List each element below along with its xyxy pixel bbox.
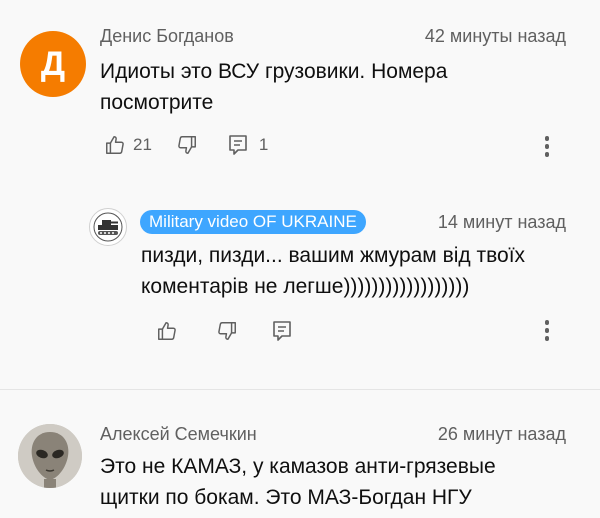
comment-text: Это не КАМАЗ, у камазов анти-грязевые щи… (100, 451, 496, 513)
avatar-letter: Д (40, 44, 66, 83)
comment-time: 26 минут назад (437, 424, 566, 444)
avatar[interactable]: Д (20, 31, 86, 97)
avatar[interactable] (89, 208, 127, 246)
thumbs-up-icon (106, 136, 124, 154)
comment-actions (156, 320, 292, 342)
like-button[interactable]: 21 (104, 134, 152, 156)
like-button[interactable] (156, 320, 178, 342)
comment-text-line: Идиоты это ВСУ грузовики. Номера (100, 60, 448, 83)
reply-button[interactable] (272, 320, 292, 342)
comment-text-line: Это не КАМАЗ, у камазов анти-грязевые (100, 455, 496, 478)
comment-text-line: пизди, пизди... вашим жмурам від твоїх (141, 244, 526, 267)
dislike-button[interactable] (176, 134, 198, 156)
thumbs-down-icon (218, 322, 236, 340)
thumbs-down-icon (178, 136, 196, 154)
comment-author[interactable]: Алексей Семечкин (100, 424, 257, 445)
like-count: 21 (133, 135, 152, 154)
tank-logo-icon (93, 212, 123, 242)
comment-text-line: коментарів не легше)))))))))))))))))) (141, 275, 470, 298)
comment-text: Идиоты это ВСУ грузовики. Номера посмотр… (100, 56, 447, 118)
alien-face-icon (18, 424, 82, 488)
reply-comment-icon (273, 321, 291, 341)
comment-text: пизди, пизди... вашим жмурам від твоїх к… (141, 240, 525, 302)
comment-time: 42 минуты назад (424, 26, 566, 46)
thumbs-up-icon (158, 322, 176, 340)
comment-author[interactable]: Денис Богданов (100, 26, 234, 47)
comment-actions: 21 1 (104, 134, 268, 156)
comment-text-line: щитки по бокам. Это МАЗ-Богдан НГУ (100, 486, 472, 509)
more-options-button[interactable] (544, 320, 550, 344)
reply-button[interactable]: 1 (228, 134, 268, 156)
reply-comment-icon (229, 135, 247, 155)
thread-divider (0, 389, 600, 390)
dislike-button[interactable] (216, 320, 238, 342)
channel-owner-badge[interactable]: Military video OF UKRAINE (140, 210, 366, 234)
avatar[interactable] (18, 424, 82, 488)
more-options-button[interactable] (544, 136, 550, 160)
comment-time: 14 минут назад (437, 212, 566, 232)
reply-count: 1 (258, 135, 269, 154)
comment-text-line: посмотрите (100, 91, 214, 114)
